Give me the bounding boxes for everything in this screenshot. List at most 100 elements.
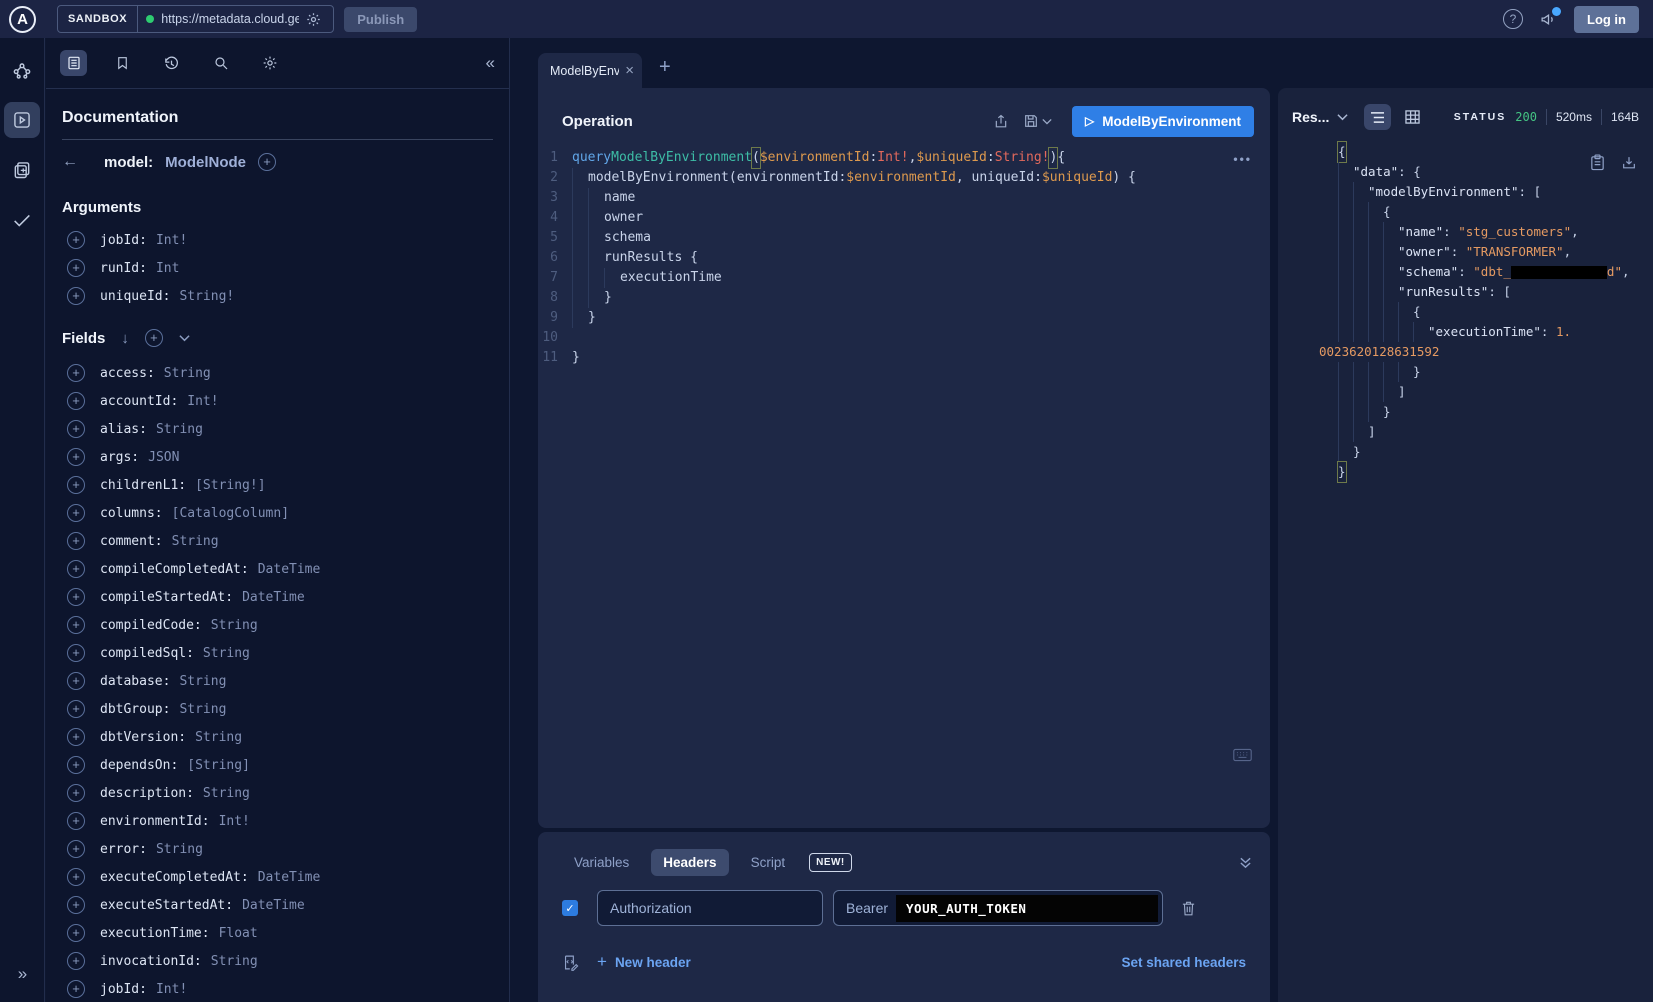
field-type[interactable]: Int! <box>156 233 187 248</box>
add-to-operation-icon[interactable]: + <box>67 448 85 466</box>
field-name[interactable]: jobId: <box>100 982 147 997</box>
field-type[interactable]: String <box>203 646 250 661</box>
schema-field-row[interactable]: + runId: Int <box>62 254 493 282</box>
schema-field-row[interactable]: +childrenL1: [String!] <box>62 471 493 499</box>
save-operation-icon[interactable] <box>1023 113 1039 129</box>
add-to-operation-icon[interactable]: + <box>67 672 85 690</box>
field-name[interactable]: uniqueId: <box>100 289 170 304</box>
schema-field-row[interactable]: +executionTime: Float <box>62 919 493 947</box>
search-icon[interactable] <box>207 50 234 76</box>
explorer-settings-gear-icon[interactable] <box>256 50 283 76</box>
field-name[interactable]: args: <box>100 450 139 465</box>
add-to-operation-icon[interactable]: + <box>67 700 85 718</box>
auth-token-value[interactable]: YOUR_AUTH_TOKEN <box>896 895 1158 922</box>
field-type[interactable]: Float <box>219 926 258 941</box>
field-name[interactable]: dbtVersion: <box>100 730 186 745</box>
schema-field-row[interactable]: +compiledSql: String <box>62 639 493 667</box>
response-json-viewer[interactable]: {"data": {"modelByEnvironment": [{"name"… <box>1278 142 1653 482</box>
field-type[interactable]: Int! <box>219 814 250 829</box>
field-type[interactable]: [String] <box>187 758 250 773</box>
share-operation-icon[interactable] <box>993 113 1009 130</box>
add-to-operation-icon[interactable]: + <box>67 980 85 998</box>
field-type[interactable]: DateTime <box>258 562 321 577</box>
field-type[interactable]: Int <box>156 261 179 276</box>
field-type[interactable]: String <box>211 954 258 969</box>
add-to-operation-icon[interactable]: + <box>67 784 85 802</box>
schema-field-row[interactable]: +alias: String <box>62 415 493 443</box>
field-name[interactable]: alias: <box>100 422 147 437</box>
add-to-operation-icon[interactable]: + <box>67 287 85 305</box>
save-chevron-down-icon[interactable] <box>1042 118 1052 125</box>
header-enabled-checkbox[interactable]: ✓ <box>562 900 578 916</box>
field-type[interactable]: String <box>203 786 250 801</box>
field-name[interactable]: environmentId: <box>100 814 210 829</box>
schema-field-row[interactable]: +executeStartedAt: DateTime <box>62 891 493 919</box>
field-name[interactable]: dbtGroup: <box>100 702 170 717</box>
field-type[interactable]: String <box>156 842 203 857</box>
schema-field-row[interactable]: + args: JSON <box>62 443 493 471</box>
add-to-operation-icon[interactable]: + <box>67 259 85 277</box>
field-name[interactable]: columns: <box>100 506 163 521</box>
schema-field-row[interactable]: +executeCompletedAt: DateTime <box>62 863 493 891</box>
add-to-operation-icon[interactable]: + <box>67 896 85 914</box>
back-arrow-icon[interactable]: ← <box>62 153 78 171</box>
field-type[interactable]: [CatalogColumn] <box>172 506 289 521</box>
chevron-down-icon[interactable] <box>179 334 190 342</box>
field-name[interactable]: compileStartedAt: <box>100 590 233 605</box>
add-to-operation-icon[interactable]: + <box>67 616 85 634</box>
field-name[interactable]: executeCompletedAt: <box>100 870 249 885</box>
field-name[interactable]: compiledSql: <box>100 646 194 661</box>
field-type[interactable]: String <box>211 618 258 633</box>
schema-field-row[interactable]: +error: String <box>62 835 493 863</box>
schema-field-row[interactable]: + compiledCode: String <box>62 611 493 639</box>
field-name[interactable]: database: <box>100 674 170 689</box>
field-name[interactable]: compiledCode: <box>100 618 202 633</box>
field-type[interactable]: String <box>172 534 219 549</box>
field-name[interactable]: childrenL1: <box>100 478 186 493</box>
add-to-operation-icon[interactable]: + <box>67 476 85 494</box>
field-type[interactable]: String <box>164 366 211 381</box>
field-name[interactable]: invocationId: <box>100 954 202 969</box>
tab-headers[interactable]: Headers <box>651 849 728 876</box>
schema-field-row[interactable]: + environmentId: Int! <box>62 807 493 835</box>
editor-overflow-menu-icon[interactable]: ••• <box>1233 152 1252 166</box>
add-to-operation-icon[interactable]: + <box>67 504 85 522</box>
collapse-panel-icon[interactable] <box>1239 856 1252 869</box>
help-icon[interactable]: ? <box>1503 9 1523 29</box>
field-name[interactable]: runId: <box>100 261 147 276</box>
environment-variables-icon[interactable] <box>562 954 579 971</box>
add-to-operation-icon[interactable]: + <box>67 392 85 410</box>
schema-field-row[interactable]: + dbtGroup: String <box>62 695 493 723</box>
endpoint-url-box[interactable]: https://metadata.cloud.get <box>138 12 333 27</box>
saved-operations-bookmark-icon[interactable] <box>109 50 136 76</box>
field-name[interactable]: accountId: <box>100 394 178 409</box>
nav-checks-icon[interactable] <box>4 202 40 238</box>
nav-changelog-icon[interactable] <box>4 152 40 188</box>
add-to-operation-icon[interactable]: + <box>67 924 85 942</box>
field-type[interactable]: JSON <box>148 450 179 465</box>
field-name[interactable]: access: <box>100 366 155 381</box>
field-name[interactable]: jobId: <box>100 233 147 248</box>
schema-field-row[interactable]: +jobId: Int! <box>62 226 493 254</box>
add-to-operation-icon[interactable]: + <box>67 588 85 606</box>
add-to-operation-icon[interactable]: + <box>67 840 85 858</box>
field-name[interactable]: comment: <box>100 534 163 549</box>
field-type[interactable]: DateTime <box>242 898 305 913</box>
set-shared-headers-link[interactable]: Set shared headers <box>1121 955 1246 970</box>
add-to-operation-icon[interactable]: + <box>67 728 85 746</box>
delete-header-icon[interactable] <box>1181 900 1196 917</box>
schema-field-row[interactable]: + columns: [CatalogColumn] <box>62 499 493 527</box>
add-fields-icon[interactable]: + <box>145 329 163 347</box>
field-type[interactable]: DateTime <box>258 870 321 885</box>
sort-fields-icon[interactable]: ↓ <box>121 330 129 347</box>
operation-tab[interactable]: ModelByEnvi... × <box>538 53 642 88</box>
response-title[interactable]: Res... <box>1292 109 1329 125</box>
field-type[interactable]: String <box>179 702 226 717</box>
add-to-operation-icon[interactable]: + <box>67 812 85 830</box>
schema-field-row[interactable]: + dbtVersion: String <box>62 723 493 751</box>
add-to-operation-icon[interactable]: + <box>67 420 85 438</box>
graphql-code-editor[interactable]: 1query ModelByEnvironment($environmentId… <box>538 148 1270 368</box>
copy-response-icon[interactable] <box>1590 154 1605 171</box>
new-tab-icon[interactable]: + <box>659 56 671 79</box>
field-type[interactable]: String <box>195 730 242 745</box>
